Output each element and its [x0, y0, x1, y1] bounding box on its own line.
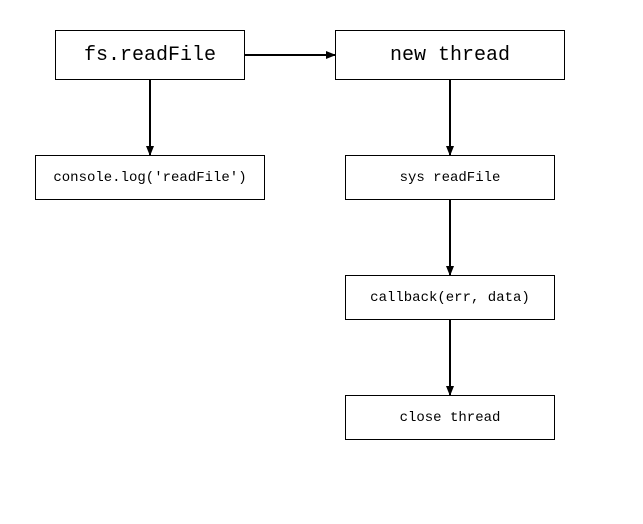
node-sys-readfile: sys readFile — [345, 155, 555, 200]
node-label: callback(err, data) — [370, 290, 530, 306]
node-fs-readfile: fs.readFile — [55, 30, 245, 80]
flow-diagram: fs.readFile new thread console.log('read… — [0, 0, 643, 524]
node-new-thread: new thread — [335, 30, 565, 80]
node-label: fs.readFile — [84, 44, 216, 67]
node-label: sys readFile — [400, 170, 501, 186]
node-callback: callback(err, data) — [345, 275, 555, 320]
node-label: new thread — [390, 44, 510, 67]
node-close-thread: close thread — [345, 395, 555, 440]
node-label: console.log('readFile') — [53, 170, 246, 186]
node-console-log: console.log('readFile') — [35, 155, 265, 200]
node-label: close thread — [400, 410, 501, 426]
